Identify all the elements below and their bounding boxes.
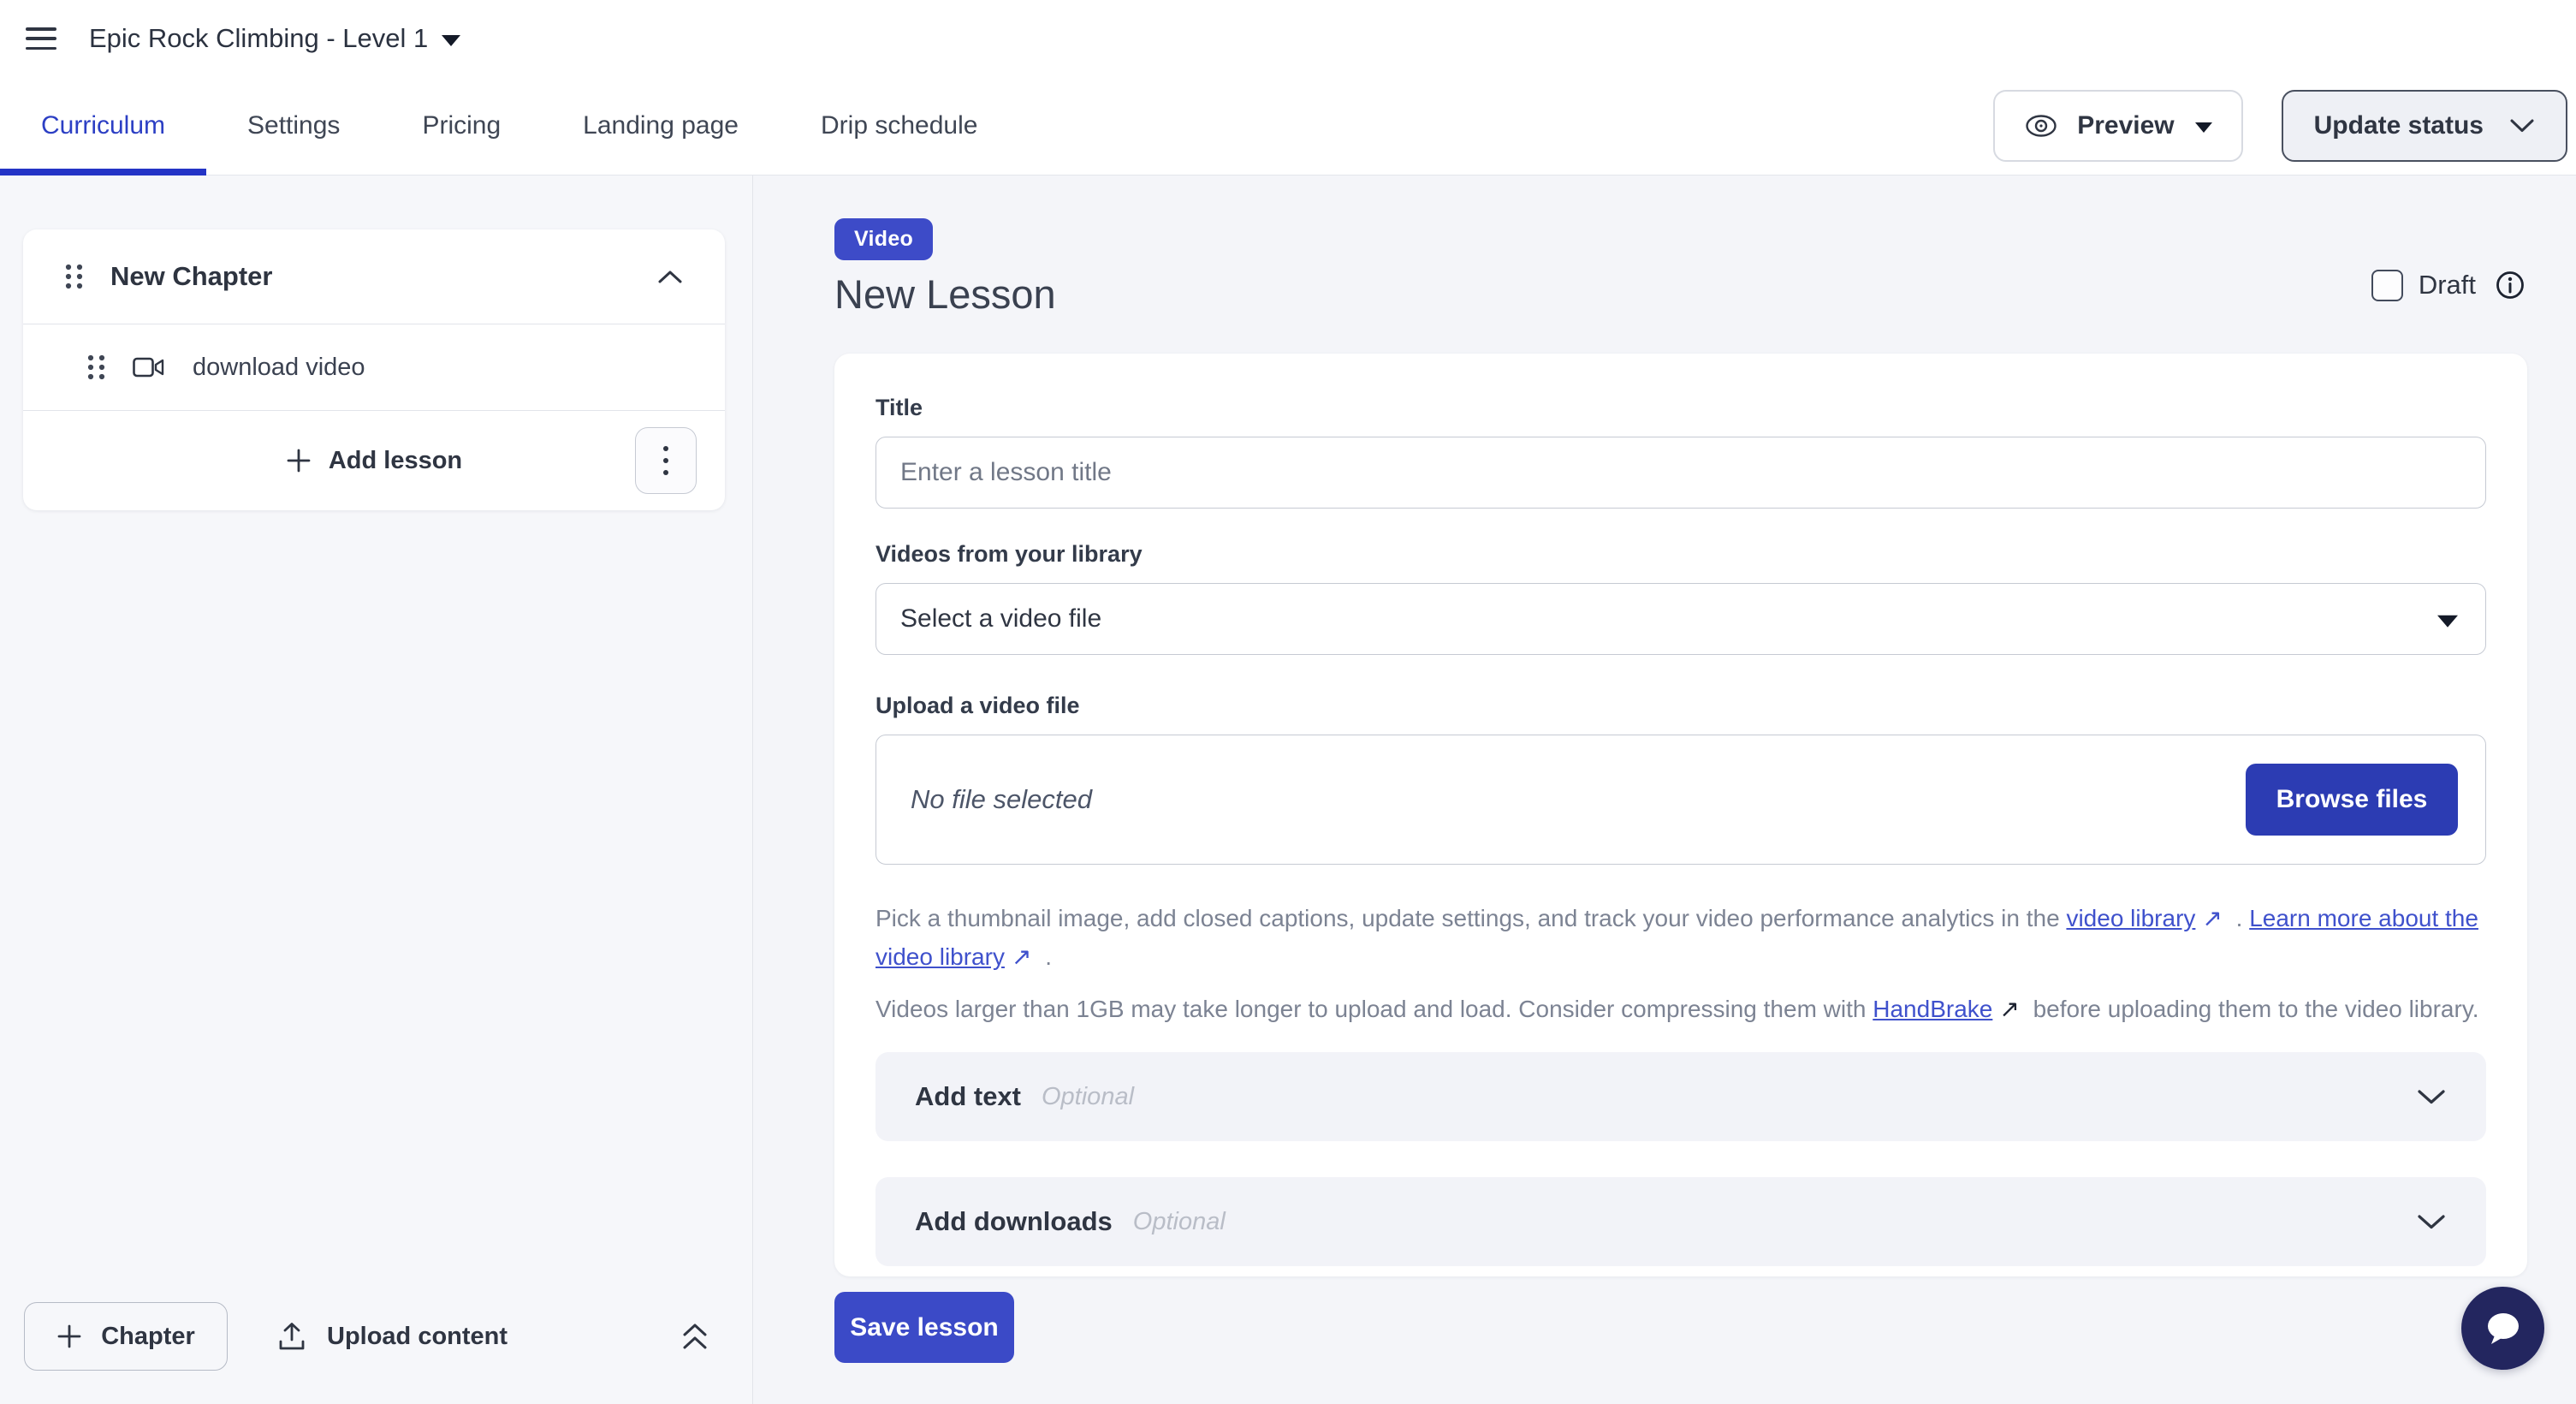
- lesson-title: download video: [193, 354, 365, 382]
- help-text: .: [1038, 943, 1052, 970]
- plus-icon: [286, 448, 312, 473]
- update-status-button[interactable]: Update status: [2282, 90, 2567, 162]
- filesize-help-paragraph: Videos larger than 1GB may take longer t…: [875, 990, 2486, 1028]
- video-library-link[interactable]: video library: [2066, 905, 2195, 931]
- lesson-item[interactable]: download video: [23, 324, 725, 410]
- external-link-icon: ↗: [1012, 943, 1031, 970]
- course-switcher[interactable]: Epic Rock Climbing - Level 1: [89, 23, 460, 54]
- chapter-card-footer: Add lesson: [23, 411, 725, 510]
- caret-down-icon: [2437, 616, 2458, 628]
- curriculum-sidebar: New Chapter: [0, 176, 753, 1404]
- help-text: .: [2229, 905, 2249, 931]
- help-text: before uploading them to the video libra…: [2027, 996, 2479, 1022]
- tab-bar: Curriculum Settings Pricing Landing page…: [0, 77, 2576, 176]
- update-status-label: Update status: [2314, 111, 2484, 140]
- save-lesson-button[interactable]: Save lesson: [834, 1292, 1014, 1363]
- collapse-all-button[interactable]: [676, 1316, 714, 1357]
- add-chapter-label: Chapter: [101, 1323, 195, 1351]
- info-icon: [2495, 270, 2526, 300]
- top-bar: Epic Rock Climbing - Level 1: [0, 0, 2576, 77]
- caret-down-icon: [442, 35, 460, 46]
- chapter-header[interactable]: New Chapter: [23, 229, 725, 324]
- upload-icon: [277, 1321, 306, 1352]
- library-field-label: Videos from your library: [875, 541, 2486, 568]
- lesson-title-input[interactable]: [875, 437, 2486, 509]
- help-text: Videos larger than 1GB may take longer t…: [875, 996, 1873, 1022]
- upload-content-button[interactable]: Upload content: [277, 1321, 507, 1352]
- tab-pricing[interactable]: Pricing: [381, 77, 542, 175]
- chapter-menu-button[interactable]: [635, 427, 697, 494]
- drag-handle-icon[interactable]: [64, 263, 85, 290]
- lesson-form-card: Title Videos from your library Select a …: [834, 354, 2527, 1276]
- optional-hint: Optional: [1042, 1083, 1134, 1111]
- external-link-icon: ↗: [2202, 905, 2222, 931]
- double-chevron-up-icon: [680, 1319, 710, 1353]
- drag-handle-icon[interactable]: [86, 354, 107, 381]
- speech-bubble-icon: [2481, 1306, 2526, 1351]
- add-lesson-label: Add lesson: [329, 447, 462, 475]
- lesson-type-badge: Video: [834, 218, 933, 260]
- chat-widget-button[interactable]: [2461, 1287, 2544, 1370]
- upload-content-label: Upload content: [327, 1323, 507, 1351]
- caret-down-icon: [2195, 122, 2212, 133]
- no-file-text: No file selected: [911, 784, 1092, 815]
- sidebar-footer: Chapter Upload content: [0, 1294, 752, 1404]
- plus-icon: [56, 1324, 82, 1349]
- chevron-up-icon: [656, 269, 684, 285]
- preview-button-label: Preview: [2077, 111, 2174, 140]
- add-text-section[interactable]: Add text Optional: [875, 1052, 2486, 1141]
- chapter-card: New Chapter: [23, 229, 725, 510]
- collapse-chapter-button[interactable]: [651, 264, 689, 290]
- add-chapter-button[interactable]: Chapter: [24, 1302, 228, 1371]
- title-field-label: Title: [875, 395, 2486, 421]
- chapter-title: New Chapter: [110, 261, 272, 292]
- file-upload-area[interactable]: No file selected Browse files: [875, 735, 2486, 865]
- tab-settings[interactable]: Settings: [206, 77, 381, 175]
- chevron-down-icon: [2416, 1088, 2447, 1105]
- video-file-select[interactable]: Select a video file: [875, 583, 2486, 655]
- lesson-editor: Video New Lesson Draft Tit: [753, 176, 2576, 1404]
- tabbar-actions: Preview Update status: [1993, 77, 2567, 175]
- preview-button[interactable]: Preview: [1993, 90, 2242, 162]
- upload-field-label: Upload a video file: [875, 693, 2486, 719]
- video-file-select-value: Select a video file: [900, 604, 1101, 634]
- optional-hint: Optional: [1133, 1208, 1226, 1236]
- eye-icon: [2024, 114, 2058, 138]
- chevron-down-icon: [2509, 118, 2535, 134]
- add-downloads-label: Add downloads: [915, 1206, 1113, 1237]
- course-title: Epic Rock Climbing - Level 1: [89, 23, 428, 54]
- draft-toggle: Draft: [2371, 268, 2527, 302]
- external-link-icon: ↗: [1999, 996, 2019, 1022]
- draft-info-button[interactable]: [2493, 268, 2527, 302]
- help-text: Pick a thumbnail image, add closed capti…: [875, 905, 2066, 931]
- hamburger-menu-icon[interactable]: [26, 27, 56, 50]
- kebab-icon: [662, 443, 670, 478]
- handbrake-link[interactable]: HandBrake: [1873, 996, 1992, 1022]
- tab-drip-schedule[interactable]: Drip schedule: [780, 77, 1018, 175]
- lesson-header: Video New Lesson Draft: [834, 218, 2527, 318]
- add-downloads-section[interactable]: Add downloads Optional: [875, 1177, 2486, 1266]
- browse-files-button[interactable]: Browse files: [2246, 764, 2458, 836]
- video-help-paragraph: Pick a thumbnail image, add closed capti…: [875, 899, 2486, 976]
- add-lesson-button[interactable]: Add lesson: [286, 447, 462, 475]
- tab-landing-page[interactable]: Landing page: [542, 77, 780, 175]
- draft-checkbox[interactable]: [2371, 270, 2403, 301]
- add-text-label: Add text: [915, 1081, 1021, 1112]
- tab-curriculum[interactable]: Curriculum: [0, 77, 206, 175]
- page-title: New Lesson: [834, 271, 1056, 318]
- chevron-down-icon: [2416, 1213, 2447, 1230]
- draft-label: Draft: [2419, 270, 2476, 300]
- video-camera-icon: [133, 356, 165, 378]
